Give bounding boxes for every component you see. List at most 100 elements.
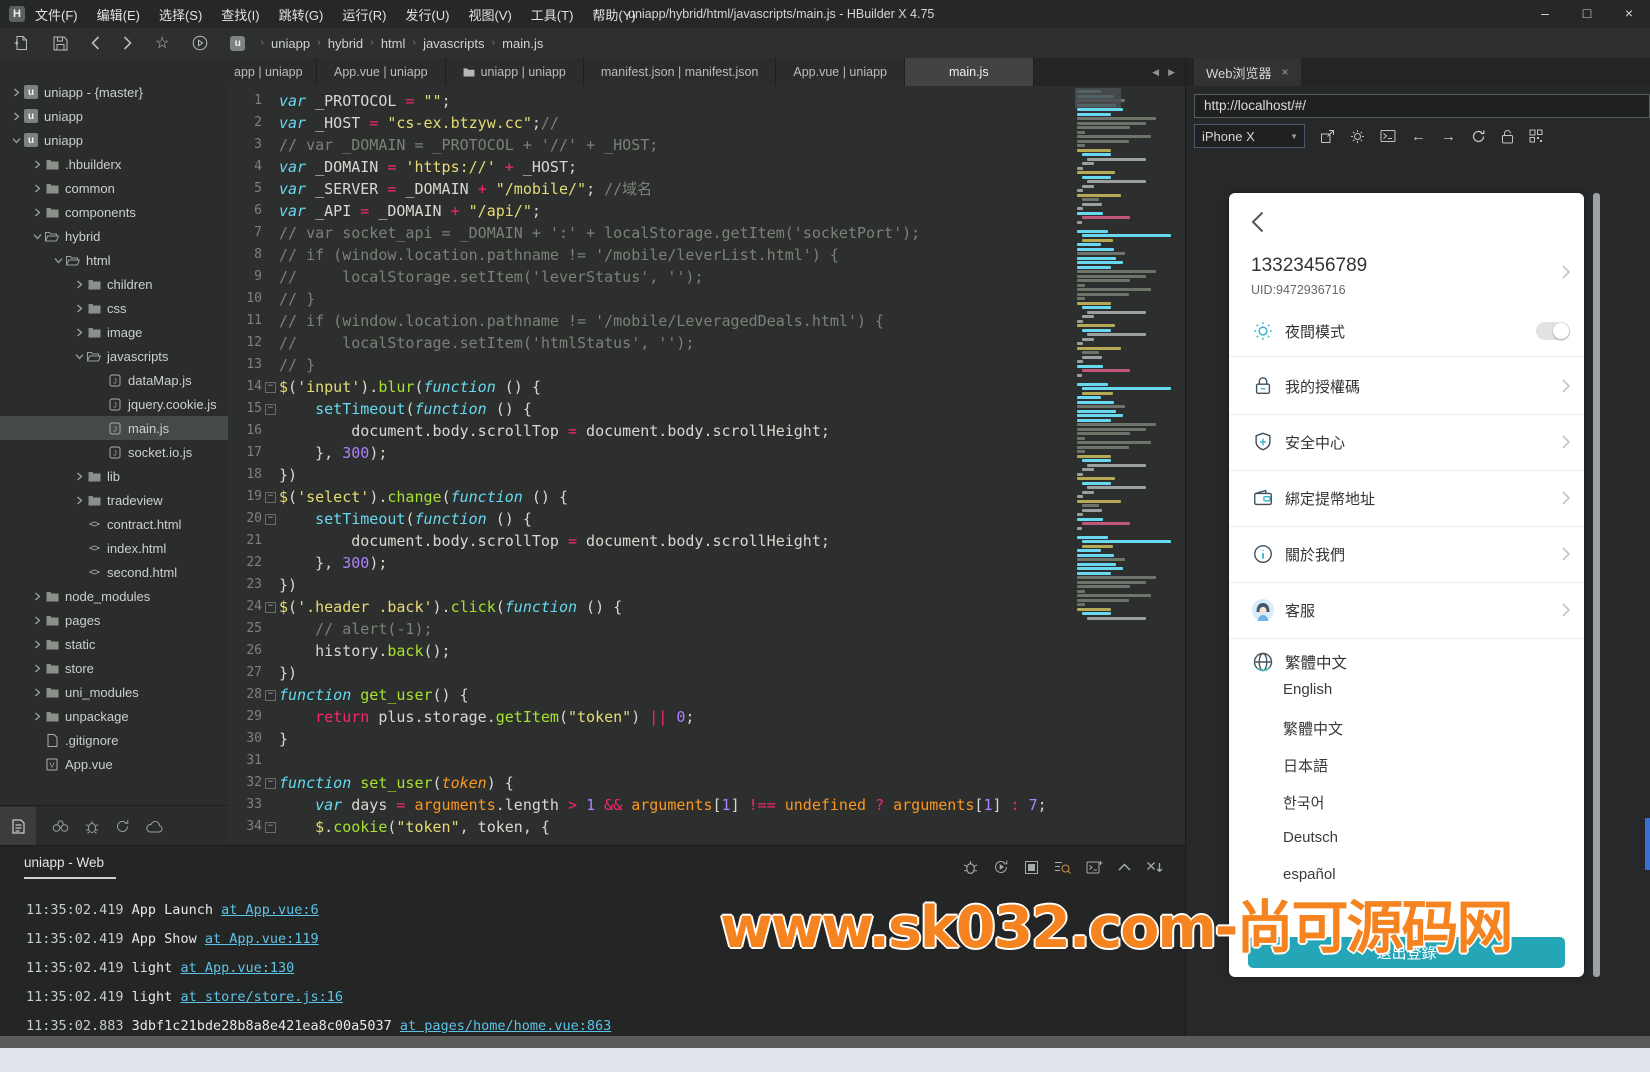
settings-gear-icon[interactable]: [1350, 129, 1365, 144]
url-input[interactable]: http://localhost/#/: [1194, 94, 1650, 118]
tree-item-index-html[interactable]: <> index.html: [0, 536, 228, 560]
fold-marker[interactable]: −: [262, 486, 279, 508]
language-option[interactable]: 日本語: [1283, 755, 1328, 776]
code-editor[interactable]: 1 var _PROTOCOL = ""; 2 var _HOST = "cs-ex.…: [228, 86, 1185, 845]
menu-item[interactable]: 查找(I): [221, 5, 259, 24]
chevron-right-icon[interactable]: [73, 472, 85, 481]
language-option[interactable]: Deutsch: [1283, 829, 1338, 846]
tree-item-app-vue[interactable]: V App.vue: [0, 752, 228, 776]
chevron-right-icon[interactable]: [31, 592, 43, 601]
explorer-panel-icon[interactable]: [0, 806, 36, 846]
tree-item-main-js[interactable]: Jmain.js: [0, 416, 228, 440]
editor-tab[interactable]: App.vue | uniapp: [317, 58, 446, 86]
nav-back-icon[interactable]: ←: [1411, 128, 1426, 145]
language-option[interactable]: español: [1283, 866, 1336, 883]
tree-item-unpackage[interactable]: unpackage: [0, 704, 228, 728]
tree-item-common[interactable]: common: [0, 176, 228, 200]
editor-tab[interactable]: main.js: [904, 58, 1034, 86]
cloud-panel-icon[interactable]: [146, 820, 163, 833]
language-option[interactable]: 한국어: [1283, 792, 1324, 813]
console-tab[interactable]: uniapp - Web: [24, 855, 116, 879]
nav-forward-icon[interactable]: →: [1441, 128, 1456, 145]
breadcrumb-item[interactable]: uniapp: [271, 36, 310, 51]
qr-code-icon[interactable]: [1529, 129, 1543, 143]
chevron-right-icon[interactable]: [31, 688, 43, 697]
clear-log-icon[interactable]: [1146, 861, 1163, 874]
back-icon[interactable]: [91, 36, 100, 50]
tree-item-socket-io-js[interactable]: Jsocket.io.js: [0, 440, 228, 464]
tree-item-store[interactable]: store: [0, 656, 228, 680]
editor-tab[interactable]: uniapp | uniapp: [445, 58, 584, 86]
log-source-link[interactable]: at pages/home/home.vue:863: [400, 1018, 611, 1034]
chevron-right-icon[interactable]: [31, 208, 43, 217]
devtools-console-icon[interactable]: [1380, 129, 1396, 143]
menu-row-shield[interactable]: 安全中心: [1229, 414, 1584, 470]
log-source-link[interactable]: at App.vue:6: [221, 902, 319, 918]
chevron-right-icon[interactable]: [31, 616, 43, 625]
tree-item-static[interactable]: static: [0, 632, 228, 656]
breadcrumb-item[interactable]: html: [381, 36, 406, 51]
chevron-right-icon[interactable]: [31, 160, 43, 169]
chevron-right-icon[interactable]: [31, 184, 43, 193]
breadcrumb-item[interactable]: main.js: [502, 36, 543, 51]
tree-item-image[interactable]: image: [0, 320, 228, 344]
chevron-right-icon[interactable]: [31, 640, 43, 649]
collapse-panel-icon[interactable]: [1118, 863, 1131, 871]
chevron-right-icon[interactable]: [10, 88, 22, 97]
new-terminal-icon[interactable]: [1086, 860, 1103, 875]
close-button[interactable]: ×: [1608, 0, 1650, 28]
search-panel-icon[interactable]: [52, 819, 69, 833]
chevron-right-icon[interactable]: [73, 496, 85, 505]
tree-item-pages[interactable]: pages: [0, 608, 228, 632]
menu-row-wallet[interactable]: 綁定提幣地址: [1229, 470, 1584, 526]
fold-marker[interactable]: −: [262, 376, 279, 398]
device-select[interactable]: iPhone X ▼: [1194, 124, 1305, 148]
chevron-right-icon[interactable]: [73, 304, 85, 313]
menu-item[interactable]: 视图(V): [468, 5, 511, 24]
editor-tab[interactable]: manifest.json | manifest.json: [583, 58, 777, 86]
chevron-down-icon[interactable]: [52, 256, 64, 265]
maximize-button[interactable]: □: [1566, 0, 1608, 28]
chevron-down-icon[interactable]: [73, 352, 85, 361]
log-source-link[interactable]: at store/store.js:16: [180, 989, 343, 1005]
chevron-right-icon[interactable]: [10, 112, 22, 121]
night-mode-row[interactable]: 夜間模式: [1229, 311, 1584, 351]
browser-tab[interactable]: Web浏览器 ×: [1194, 58, 1301, 86]
chevron-right-icon[interactable]: [31, 664, 43, 673]
tree-item-html[interactable]: html: [0, 248, 228, 272]
sync-panel-icon[interactable]: [115, 819, 130, 834]
tree-item-uniapp-master-[interactable]: u uniapp - {master}: [0, 80, 228, 104]
debug-bug-icon[interactable]: [963, 859, 978, 875]
menu-row-avatar[interactable]: 客服: [1229, 582, 1584, 638]
minimap[interactable]: [1077, 90, 1181, 621]
chevron-right-icon[interactable]: [31, 712, 43, 721]
chevron-down-icon[interactable]: [31, 232, 43, 241]
fold-marker[interactable]: −: [262, 398, 279, 420]
menu-row-lock[interactable]: 我的授權碼: [1229, 358, 1584, 414]
minimize-button[interactable]: –: [1524, 0, 1566, 28]
language-option[interactable]: English: [1283, 681, 1332, 698]
tree-item-javascripts[interactable]: javascripts: [0, 344, 228, 368]
language-row[interactable]: 繁體中文: [1229, 643, 1584, 681]
stop-icon[interactable]: [1024, 860, 1039, 875]
tree-item-uniapp[interactable]: u uniapp: [0, 104, 228, 128]
save-icon[interactable]: [53, 36, 68, 51]
back-chevron-icon[interactable]: [1251, 211, 1264, 233]
log-source-link[interactable]: at App.vue:130: [180, 960, 294, 976]
tree-item-node-modules[interactable]: node_modules: [0, 584, 228, 608]
new-file-icon[interactable]: [14, 35, 30, 51]
language-option[interactable]: 繁體中文: [1283, 718, 1343, 739]
tab-scroll-left-icon[interactable]: ◀: [1152, 67, 1159, 78]
fold-marker[interactable]: −: [262, 684, 279, 706]
breadcrumb-item[interactable]: hybrid: [328, 36, 363, 51]
tree-item-components[interactable]: components: [0, 200, 228, 224]
phone-number[interactable]: 13323456789: [1251, 255, 1367, 277]
fold-marker[interactable]: −: [262, 816, 279, 838]
tree-item-uniapp[interactable]: u uniapp: [0, 128, 228, 152]
menu-item[interactable]: 跳转(G): [279, 5, 324, 24]
fold-marker[interactable]: −: [262, 772, 279, 794]
bug-panel-icon[interactable]: [85, 819, 99, 834]
run-icon[interactable]: [192, 35, 208, 51]
tree-item--gitignore[interactable]: .gitignore: [0, 728, 228, 752]
editor-tab[interactable]: app | uniapp: [228, 58, 317, 86]
